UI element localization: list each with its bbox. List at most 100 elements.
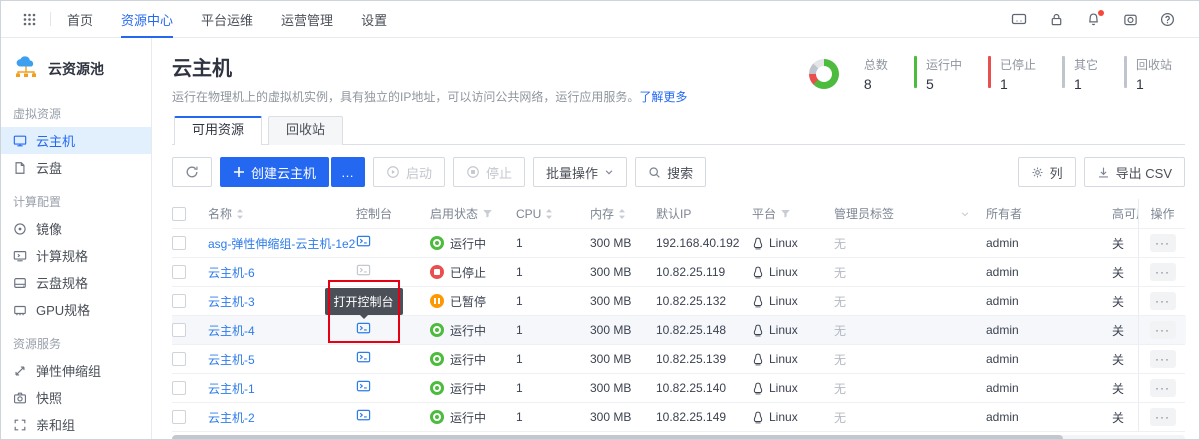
lock-icon[interactable] [1049,12,1064,27]
row-checkbox[interactable] [172,294,186,308]
app-grid-icon[interactable] [23,13,36,26]
stop-circle-icon [466,165,480,179]
vm-name-link[interactable]: 云主机-6 [208,266,255,280]
sidebar-item-disk-spec[interactable]: 云盘规格 [1,269,151,296]
columns-button[interactable]: 列 [1018,157,1076,187]
open-console-icon[interactable] [356,350,371,365]
sidebar-item-auto-scaling-group[interactable]: 弹性伸缩组 [1,357,151,384]
default-ip: 10.82.25.119 [656,265,752,279]
filter-icon[interactable] [780,208,791,219]
column-name[interactable]: 名称 [208,205,232,222]
start-button[interactable]: 启动 [373,157,445,187]
nav-home[interactable]: 首页 [67,1,93,38]
sidebar-item-cloud-host[interactable]: 云主机 [1,127,151,154]
record-icon[interactable] [1123,12,1138,27]
vm-name-link[interactable]: 云主机-2 [208,411,255,425]
status-text: 已暂停 [450,293,486,310]
column-cpu[interactable]: CPU [516,207,541,221]
column-admin-tag: 管理员标签 [834,205,894,222]
sidebar-item-gpu-spec[interactable]: GPU规格 [1,296,151,323]
row-checkbox[interactable] [172,381,186,395]
select-all-checkbox[interactable] [172,207,186,221]
nav-settings[interactable]: 设置 [361,1,387,38]
open-console-icon[interactable] [356,379,371,394]
monitor-icon [13,134,27,148]
row-actions-button[interactable]: ··· [1150,408,1176,426]
open-console-icon[interactable] [356,321,371,336]
row-checkbox[interactable] [172,352,186,366]
sidebar-header[interactable]: 云资源池 [1,48,151,93]
sort-icon[interactable] [236,208,244,220]
bell-icon[interactable] [1086,12,1101,27]
column-memory[interactable]: 内存 [590,205,614,222]
table-row[interactable]: 云主机-1 运行中 1 300 MB 10.82.25.140 Linux 无 … [172,374,1185,403]
sidebar-item-snapshot[interactable]: 快照 [1,384,151,411]
chevron-down-icon[interactable] [960,209,970,219]
stat-label: 已停止 [1000,56,1036,73]
learn-more-link[interactable]: 了解更多 [639,90,687,104]
row-actions-button[interactable]: ··· [1150,292,1176,310]
sidebar-item-image[interactable]: 镜像 [1,215,151,242]
create-host-button[interactable]: 创建云主机 [220,157,329,187]
column-status[interactable]: 启用状态 [430,205,478,222]
row-actions-button[interactable]: ··· [1150,234,1176,252]
create-more-button[interactable]: … [331,157,365,187]
sidebar-item-label: 镜像 [36,219,62,238]
memory-value: 300 MB [590,294,656,308]
row-checkbox[interactable] [172,265,186,279]
sidebar-item-cloud-disk[interactable]: 云盘 [1,154,151,181]
admin-tag-value: 无 [834,380,986,397]
tab-recycle-bin[interactable]: 回收站 [268,116,343,145]
refresh-button[interactable] [172,157,212,187]
status-icon [430,381,444,395]
table-row[interactable]: 云主机-6 已停止 1 300 MB 10.82.25.119 Linux 无 … [172,258,1185,287]
stats-panel: 总数8 运行中5 已停止1 其它1 [809,56,1185,92]
sort-icon[interactable] [545,208,553,220]
row-checkbox[interactable] [172,323,186,337]
nav-platform-ops[interactable]: 平台运维 [201,1,253,38]
vm-name-link[interactable]: asg-弹性伸缩组-云主机-1e2fc [208,237,356,251]
sort-icon[interactable] [618,208,626,220]
table-row[interactable]: 云主机-2 运行中 1 300 MB 10.82.25.149 Linux 无 … [172,403,1185,432]
vm-name-link[interactable]: 云主机-5 [208,353,255,367]
sidebar-item-compute-spec[interactable]: 计算规格 [1,242,151,269]
help-icon[interactable] [1160,12,1175,27]
cpu-value: 1 [516,294,590,308]
vm-name-link[interactable]: 云主机-3 [208,295,255,309]
filter-icon[interactable] [482,208,493,219]
column-platform[interactable]: 平台 [752,205,776,222]
sidebar-item-affinity-group[interactable]: 亲和组 [1,411,151,438]
export-csv-button[interactable]: 导出 CSV [1084,157,1185,187]
stop-button[interactable]: 停止 [453,157,525,187]
console-session-icon[interactable] [1011,11,1027,27]
open-console-icon[interactable] [356,234,371,249]
vm-name-link[interactable]: 云主机-1 [208,382,255,396]
notification-badge [1098,10,1104,16]
row-actions-button[interactable]: ··· [1150,350,1176,368]
row-checkbox[interactable] [172,236,186,250]
table-row[interactable]: 云主机-5 运行中 1 300 MB 10.82.25.139 Linux 无 … [172,345,1185,374]
scrollbar-thumb[interactable] [172,435,1063,440]
table-row[interactable]: 云主机-4 打开控制台 运行中 1 300 MB 10.82.25.148 Li… [172,316,1185,345]
stat-label: 总数 [864,56,888,73]
page-title: 云主机 [172,52,687,81]
tab-available-resources[interactable]: 可用资源 [174,116,262,145]
row-checkbox[interactable] [172,410,186,424]
open-console-icon[interactable] [356,408,371,423]
row-actions-button[interactable]: ··· [1150,263,1176,281]
columns-label: 列 [1050,163,1063,182]
horizontal-scrollbar[interactable] [172,435,1185,440]
page-subtitle: 运行在物理机上的虚拟机实例，具有独立的IP地址，可以访问公共网络，运行应用服务。… [172,88,687,105]
row-actions-button[interactable]: ··· [1150,321,1176,339]
vm-name-link[interactable]: 云主机-4 [208,324,255,338]
search-button[interactable]: 搜索 [635,157,706,187]
row-actions-button[interactable]: ··· [1150,379,1176,397]
nav-resource-center[interactable]: 资源中心 [121,1,173,38]
table-row[interactable]: asg-弹性伸缩组-云主机-1e2fc 运行中 1 300 MB 192.168… [172,229,1185,258]
memory-value: 300 MB [590,381,656,395]
open-console-icon[interactable] [356,263,371,278]
owner-value: admin [986,294,1112,308]
nav-operation-mgmt[interactable]: 运营管理 [281,1,333,38]
owner-value: admin [986,236,1112,250]
batch-actions-button[interactable]: 批量操作 [533,157,627,187]
